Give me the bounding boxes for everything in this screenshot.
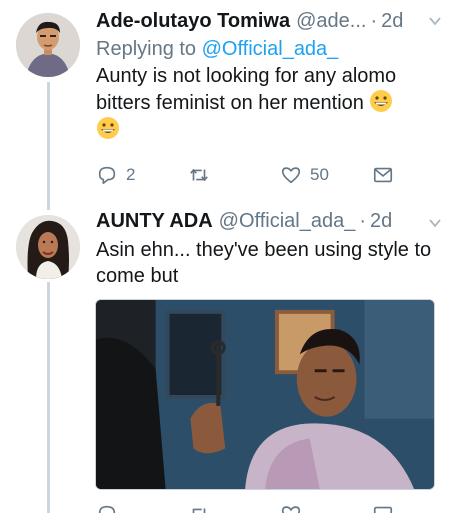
tweet-media-image[interactable] xyxy=(95,299,435,490)
chevron-down-icon[interactable] xyxy=(428,14,442,28)
tweet-text: Aunty is not looking for any alomo bitte… xyxy=(96,63,442,143)
tweet-header: AUNTY ADA @Official_ada_ · 2d xyxy=(96,208,442,236)
replying-to: Replying to @Official_ada_ xyxy=(96,36,442,62)
replying-to-label: Replying to xyxy=(96,38,197,60)
reply-icon xyxy=(98,505,116,513)
chevron-down-icon[interactable] xyxy=(428,216,442,230)
user-handle[interactable]: @ade... xyxy=(296,8,366,34)
display-name[interactable]: Ade-olutayo Tomiwa xyxy=(96,8,290,34)
reply-button[interactable] xyxy=(96,502,118,513)
tweet-header: Ade-olutayo Tomiwa @ade... · 2d xyxy=(96,8,442,36)
separator-dot: · xyxy=(370,10,378,32)
tweet-text-content: Aunty is not looking for any alomo bitte… xyxy=(96,65,397,114)
thread-connector xyxy=(47,82,50,210)
tweet[interactable]: AUNTY ADA @Official_ada_ · 2d Asin ehn..… xyxy=(96,208,442,289)
reply-count: 2 xyxy=(126,165,136,184)
tweet[interactable]: Ade-olutayo Tomiwa @ade... · 2d Replying… xyxy=(96,8,442,143)
avatar[interactable] xyxy=(16,13,80,77)
thread-connector xyxy=(47,282,50,513)
like-count: 50 xyxy=(310,165,329,184)
retweet-button[interactable] xyxy=(188,163,218,187)
display-name[interactable]: AUNTY ADA xyxy=(96,208,213,234)
retweet-icon xyxy=(190,168,208,182)
dm-button[interactable] xyxy=(372,502,394,513)
heart-icon xyxy=(281,506,301,513)
tweet-actions xyxy=(96,502,406,513)
dm-button[interactable] xyxy=(372,163,394,187)
man-with-key-image xyxy=(96,300,434,489)
grinning-face-icon xyxy=(97,117,119,139)
reply-icon xyxy=(98,166,116,185)
timestamp[interactable]: 2d xyxy=(381,8,403,34)
timestamp[interactable]: 2d xyxy=(370,208,392,234)
envelope-icon xyxy=(373,506,393,513)
retweet-icon xyxy=(192,508,206,513)
user-handle[interactable]: @Official_ada_ xyxy=(219,208,356,234)
envelope-icon xyxy=(373,167,393,183)
separator-dot: · xyxy=(359,210,367,232)
tweet-actions: 2 50 xyxy=(96,163,406,187)
avatar-photo-image xyxy=(16,215,80,279)
avatar[interactable] xyxy=(16,215,80,279)
grinning-face-icon xyxy=(370,90,393,112)
tweet-text: Asin ehn... they've been using style to … xyxy=(96,239,432,287)
replying-to-link[interactable]: @Official_ada_ xyxy=(202,38,339,60)
retweet-button[interactable] xyxy=(188,502,210,513)
heart-icon xyxy=(281,167,301,184)
reply-button[interactable]: 2 xyxy=(96,163,135,187)
like-button[interactable] xyxy=(280,502,302,513)
avatar-cartoon-image xyxy=(16,13,80,77)
like-button[interactable]: 50 xyxy=(280,163,329,187)
